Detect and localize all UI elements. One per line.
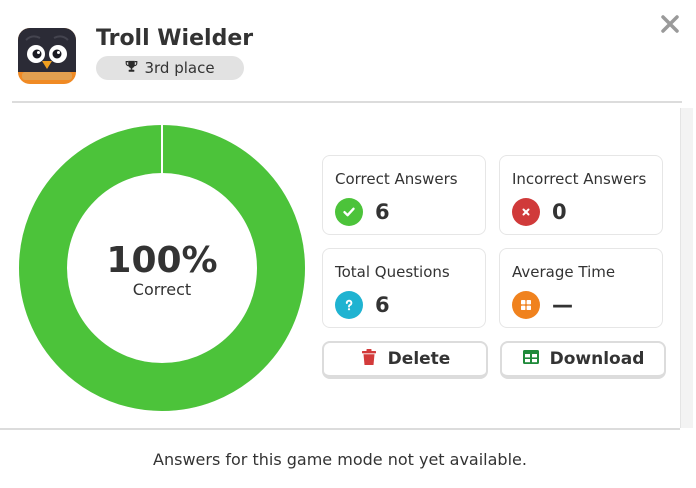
player-report-modal: Troll Wielder 3rd place 100% Correct Cor… bbox=[0, 0, 696, 488]
total-questions-card: Total Questions 6 bbox=[322, 248, 486, 328]
download-button[interactable]: Download bbox=[500, 341, 666, 379]
x-icon bbox=[512, 198, 540, 226]
incorrect-answers-value: 0 bbox=[552, 200, 567, 224]
trash-icon bbox=[360, 348, 378, 371]
header-divider bbox=[12, 101, 682, 103]
correct-answers-label: Correct Answers bbox=[335, 170, 458, 188]
footer-divider bbox=[0, 428, 680, 430]
place-badge: 3rd place bbox=[96, 56, 244, 80]
player-name: Troll Wielder bbox=[96, 26, 254, 51]
delete-button[interactable]: Delete bbox=[322, 341, 488, 379]
check-icon bbox=[335, 198, 363, 226]
average-time-card: Average Time — bbox=[499, 248, 663, 328]
incorrect-answers-card: Incorrect Answers 0 bbox=[499, 155, 663, 235]
average-time-label: Average Time bbox=[512, 263, 616, 281]
percent-caption: Correct bbox=[132, 280, 192, 299]
average-time-value: — bbox=[552, 293, 573, 317]
download-label: Download bbox=[549, 349, 645, 369]
correct-answers-value: 6 bbox=[375, 200, 390, 224]
scrollbar[interactable] bbox=[680, 108, 693, 428]
avatar bbox=[16, 24, 78, 86]
delete-label: Delete bbox=[387, 349, 451, 369]
question-icon bbox=[335, 291, 363, 319]
place-label: 3rd place bbox=[144, 59, 215, 77]
grid-icon bbox=[512, 291, 540, 319]
close-icon[interactable] bbox=[658, 12, 682, 36]
correct-answers-card: Correct Answers 6 bbox=[322, 155, 486, 235]
incorrect-answers-label: Incorrect Answers bbox=[512, 170, 647, 188]
trophy-icon bbox=[125, 59, 138, 77]
percent-correct: 100% bbox=[106, 240, 218, 281]
total-questions-value: 6 bbox=[375, 293, 390, 317]
footer-message: Answers for this game mode not yet avail… bbox=[153, 450, 527, 469]
total-questions-label: Total Questions bbox=[335, 263, 450, 281]
table-icon bbox=[522, 348, 540, 371]
